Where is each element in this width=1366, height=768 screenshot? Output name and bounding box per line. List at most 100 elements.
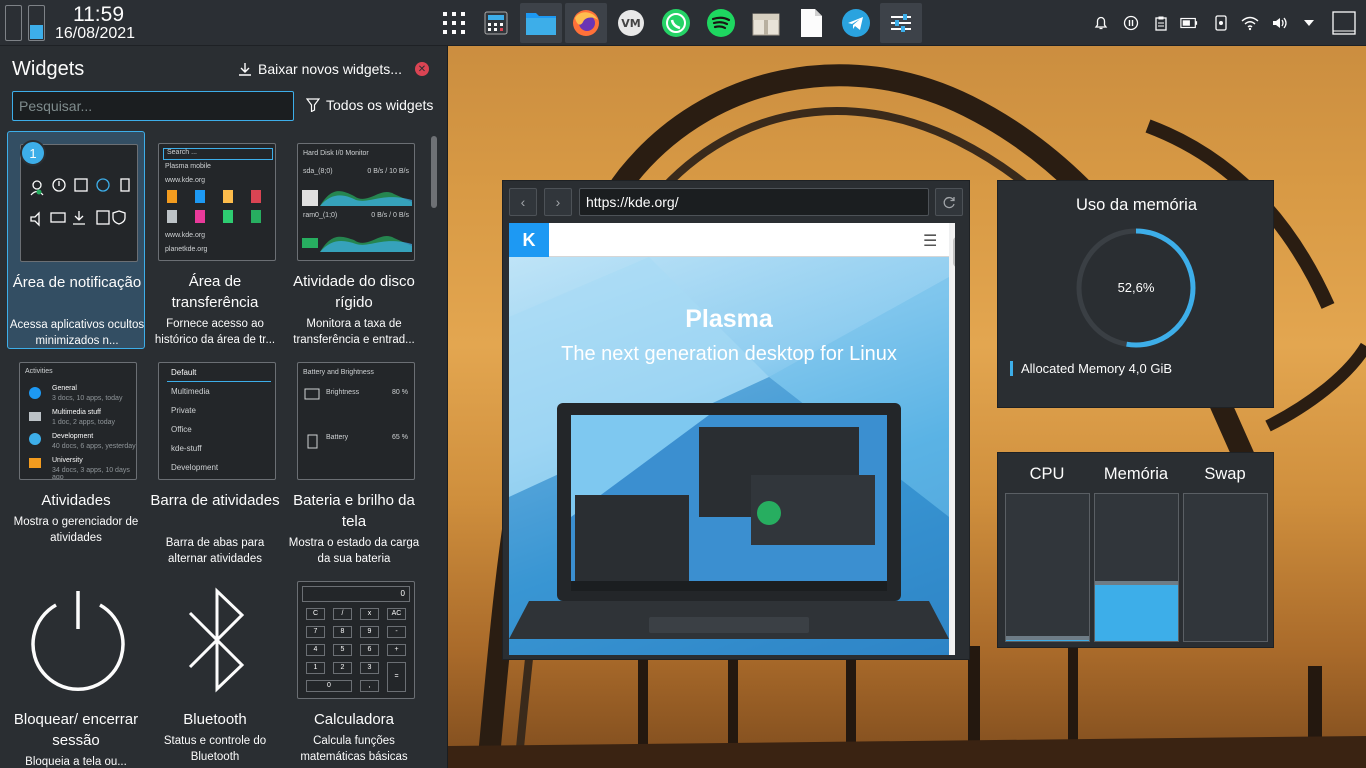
calc-key: 8 bbox=[333, 626, 352, 638]
wifi-icon[interactable] bbox=[1241, 14, 1259, 32]
reload-icon bbox=[943, 196, 955, 209]
forward-button[interactable]: › bbox=[544, 188, 572, 216]
url-bar[interactable]: https://kde.org/ bbox=[579, 188, 929, 216]
widget-card-disk-activity[interactable]: Hard Disk I/0 Monitor sda_(8;0) 0 B/s / … bbox=[285, 131, 423, 349]
get-new-widgets-label: Baixar novos widgets... bbox=[258, 61, 402, 77]
widget-card-activities[interactable]: Activities General 3 docs, 10 apps, toda… bbox=[7, 350, 145, 568]
calc-key: 5 bbox=[333, 644, 352, 656]
explorer-title: Widgets bbox=[12, 58, 85, 80]
settings-icon[interactable] bbox=[880, 3, 922, 43]
widget-description: Barra de abas para alternar atividades bbox=[165, 537, 265, 565]
calc-key: 1 bbox=[306, 662, 325, 674]
swap-bar bbox=[1183, 493, 1268, 642]
thumb-text: Plasma mobile bbox=[165, 163, 211, 170]
widget-card-bluetooth[interactable]: Bluetooth Status e controle do Bluetooth bbox=[146, 569, 284, 768]
reload-button[interactable] bbox=[935, 188, 963, 216]
disk-graph-icon bbox=[302, 190, 412, 252]
text-file-icon[interactable] bbox=[790, 3, 832, 43]
thumb-text: Default bbox=[171, 368, 197, 377]
thumb-text: www.kde.org bbox=[165, 232, 206, 239]
widget-card-battery[interactable]: Battery and Brightness Brightness 80 % B… bbox=[285, 350, 423, 568]
widget-card-clipboard[interactable]: Search ... Plasma mobile www.kde.org www… bbox=[146, 131, 284, 349]
thumb-text: 34 docs, 3 apps, 10 days ago bbox=[52, 467, 130, 480]
widget-name: Atividades bbox=[41, 492, 111, 509]
notifications-icon[interactable] bbox=[1092, 14, 1110, 32]
activities-thumbnail: Activities General 3 docs, 10 apps, toda… bbox=[19, 362, 137, 480]
clipboard-thumbnail: Search ... Plasma mobile www.kde.org www… bbox=[158, 143, 276, 261]
desktop-pager-2[interactable] bbox=[28, 5, 45, 41]
hero-title: Plasma bbox=[685, 305, 773, 333]
download-icon bbox=[239, 63, 251, 76]
thumb-text: Battery and Brightness bbox=[303, 369, 374, 376]
widget-description: Calcula funções matemáticas básicas bbox=[300, 735, 408, 763]
widget-card-lock-logout[interactable]: Bloquear/ encerrar sessão Bloqueia a tel… bbox=[7, 569, 145, 768]
widget-card-calculator[interactable]: 0 C / x AC 7 8 9- 4 5 6 +1 2 3 = 0, Calculadora Calcul… bbox=[285, 569, 423, 768]
hamburger-menu-icon[interactable]: ☰ bbox=[923, 231, 937, 251]
system-load-widget: CPU Memória Swap bbox=[997, 452, 1274, 648]
file-manager-icon[interactable] bbox=[520, 3, 562, 43]
thumb-text: www.kde.org bbox=[165, 177, 206, 184]
widget-description: Mostra o gerenciador de atividades bbox=[13, 516, 139, 544]
whatsapp-icon[interactable] bbox=[655, 3, 697, 43]
kde-logo[interactable]: K bbox=[509, 223, 549, 257]
calc-key: 3 bbox=[360, 662, 379, 674]
thumb-text: Multimedia stuff bbox=[52, 409, 101, 416]
volume-icon[interactable] bbox=[1271, 14, 1289, 32]
kde-site-header: K ☰ bbox=[509, 223, 949, 257]
widget-name: Bloquear/ encerrar sessão bbox=[13, 711, 139, 749]
kde-connect-icon[interactable] bbox=[1212, 14, 1230, 32]
calc-key: + bbox=[387, 644, 406, 656]
web-page-view[interactable]: K ☰ Plasma The next generation desktop f… bbox=[509, 223, 955, 655]
show-desktop-icon[interactable] bbox=[1331, 10, 1357, 36]
telegram-icon[interactable] bbox=[835, 3, 877, 43]
thumb-text: University bbox=[52, 457, 83, 464]
calc-key: / bbox=[333, 608, 352, 620]
thumb-text: Office bbox=[171, 425, 192, 434]
widget-filter-button[interactable]: Todos os widgets bbox=[306, 97, 433, 113]
calculator-icon[interactable] bbox=[475, 3, 517, 43]
battery-thumbnail: Battery and Brightness Brightness 80 % B… bbox=[297, 362, 415, 480]
thumb-text: Battery bbox=[326, 434, 349, 441]
power-icon bbox=[19, 581, 137, 699]
clipboard-icon[interactable] bbox=[1152, 14, 1170, 32]
clock-date[interactable]: 16/08/2021 bbox=[55, 25, 135, 43]
thumb-text: planetkde.org bbox=[165, 246, 208, 253]
close-icon[interactable]: ✕ bbox=[415, 62, 429, 76]
media-pause-icon[interactable] bbox=[1122, 14, 1140, 32]
clock-time[interactable]: 11:59 bbox=[73, 3, 124, 27]
thumb-text: 1 doc, 2 apps, today bbox=[52, 419, 116, 426]
widget-name: Atividade do disco rígido bbox=[293, 273, 415, 311]
thumb-text: Development bbox=[171, 463, 219, 472]
widget-description: Fornece acesso ao histórico da área de t… bbox=[154, 318, 276, 346]
spotify-icon[interactable] bbox=[700, 3, 742, 43]
calc-key: , bbox=[360, 680, 379, 692]
get-new-widgets-button[interactable]: Baixar novos widgets... bbox=[238, 61, 402, 77]
thumb-text: 3 docs, 10 apps, today bbox=[52, 395, 123, 402]
memory-usage-widget: Uso da memória 52,6% Allocated Memory 4,… bbox=[997, 180, 1274, 408]
calc-key: 4 bbox=[306, 644, 325, 656]
vivaldi-icon[interactable]: VM bbox=[610, 3, 652, 43]
widget-name: Bateria e brilho da tela bbox=[293, 492, 415, 530]
back-button[interactable]: ‹ bbox=[509, 188, 537, 216]
widget-description: Status e controle do Bluetooth bbox=[163, 735, 267, 763]
chevron-right-icon: › bbox=[555, 194, 561, 210]
memory-bar bbox=[1094, 493, 1179, 642]
web-scrollbar[interactable] bbox=[951, 223, 955, 655]
widget-card-activity-bar[interactable]: Default Multimedia Private Office kde-st… bbox=[146, 350, 284, 568]
clipboard-files-icon bbox=[167, 190, 261, 223]
memory-legend: Allocated Memory 4,0 GiB bbox=[1010, 361, 1172, 376]
thumb-text: Private bbox=[171, 406, 196, 415]
app-grid-icon[interactable] bbox=[433, 3, 475, 43]
battery-icon[interactable] bbox=[1180, 14, 1198, 32]
explorer-scrollbar[interactable] bbox=[431, 136, 437, 208]
desktop-pager-1[interactable] bbox=[5, 5, 22, 41]
widget-card-notification-area[interactable]: 1 Área de notificação Acessa aplicativos… bbox=[7, 131, 145, 349]
widget-search-input[interactable] bbox=[12, 91, 294, 121]
archive-icon[interactable] bbox=[745, 3, 787, 43]
calc-key: 9 bbox=[360, 626, 379, 638]
memory-title: Uso da memória bbox=[1075, 196, 1198, 214]
chevron-down-icon[interactable] bbox=[1300, 14, 1318, 32]
widget-name: Área de notificação bbox=[12, 274, 142, 291]
firefox-icon[interactable] bbox=[565, 3, 607, 43]
thumb-text: 80 % bbox=[392, 389, 408, 396]
